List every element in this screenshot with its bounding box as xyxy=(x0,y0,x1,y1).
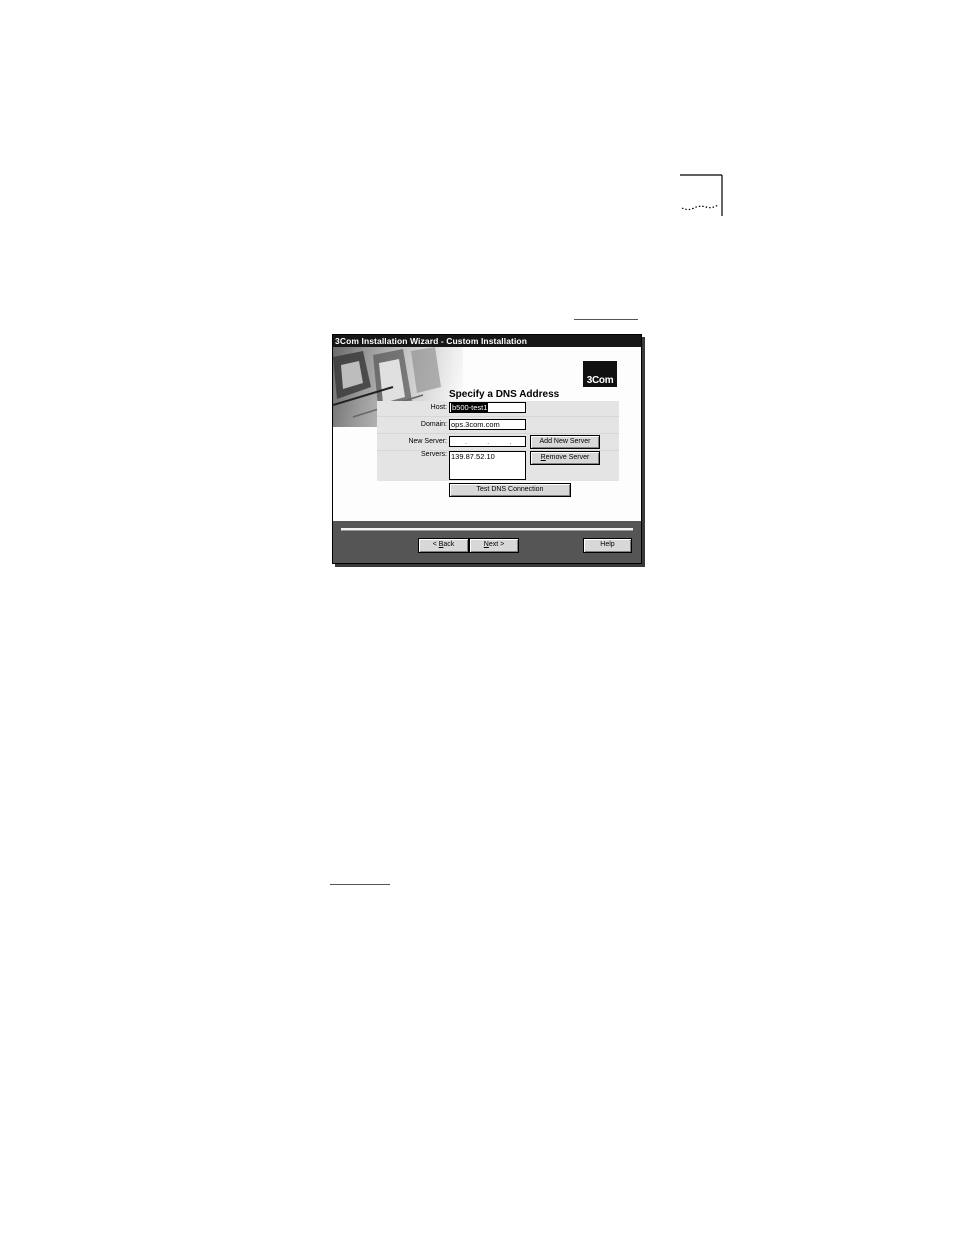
host-input[interactable]: b500-test1 xyxy=(449,402,526,413)
window-title: 3Com Installation Wizard - Custom Instal… xyxy=(333,335,641,347)
new-server-input[interactable]: . . . xyxy=(449,436,526,447)
next-label: ext > xyxy=(488,541,505,548)
domain-input[interactable]: ops.3com.com xyxy=(449,419,526,430)
underline-decoration-bottom xyxy=(330,884,390,885)
page-corner-mark-icon xyxy=(680,174,723,216)
help-button[interactable]: Help xyxy=(583,538,632,553)
servers-list-item[interactable]: 139.87.52.10 xyxy=(451,452,525,461)
host-label: Host: xyxy=(430,404,447,411)
3com-logo: 3Com xyxy=(583,361,617,387)
test-dns-connection-button[interactable]: Test DNS Connection xyxy=(449,483,571,497)
host-value: b500-test1 xyxy=(451,403,489,412)
add-new-server-button[interactable]: Add New Server xyxy=(530,435,600,449)
page-title: Specify a DNS Address xyxy=(449,389,560,400)
back-button[interactable]: < Back xyxy=(418,538,469,553)
installation-wizard-dialog: 3Com Installation Wizard - Custom Instal… xyxy=(332,334,642,564)
servers-label: Servers: xyxy=(420,451,447,458)
row-divider xyxy=(377,416,619,417)
next-button[interactable]: Next > xyxy=(469,538,519,553)
underline-decoration-top xyxy=(574,319,638,320)
remove-server-label: emove Server xyxy=(545,454,590,461)
domain-label: Domain: xyxy=(420,421,447,428)
servers-list[interactable]: 139.87.52.10 xyxy=(449,451,526,480)
new-server-label: New Server: xyxy=(408,438,447,445)
dns-form-panel: Host: b500-test1 Domain: ops.3com.com Ne… xyxy=(377,401,619,481)
footer-separator xyxy=(341,528,633,531)
back-label: ack xyxy=(443,541,455,548)
remove-server-button[interactable]: Remove Server xyxy=(530,451,600,465)
new-server-ip-dots: . . . xyxy=(465,437,521,446)
row-divider xyxy=(377,433,619,434)
